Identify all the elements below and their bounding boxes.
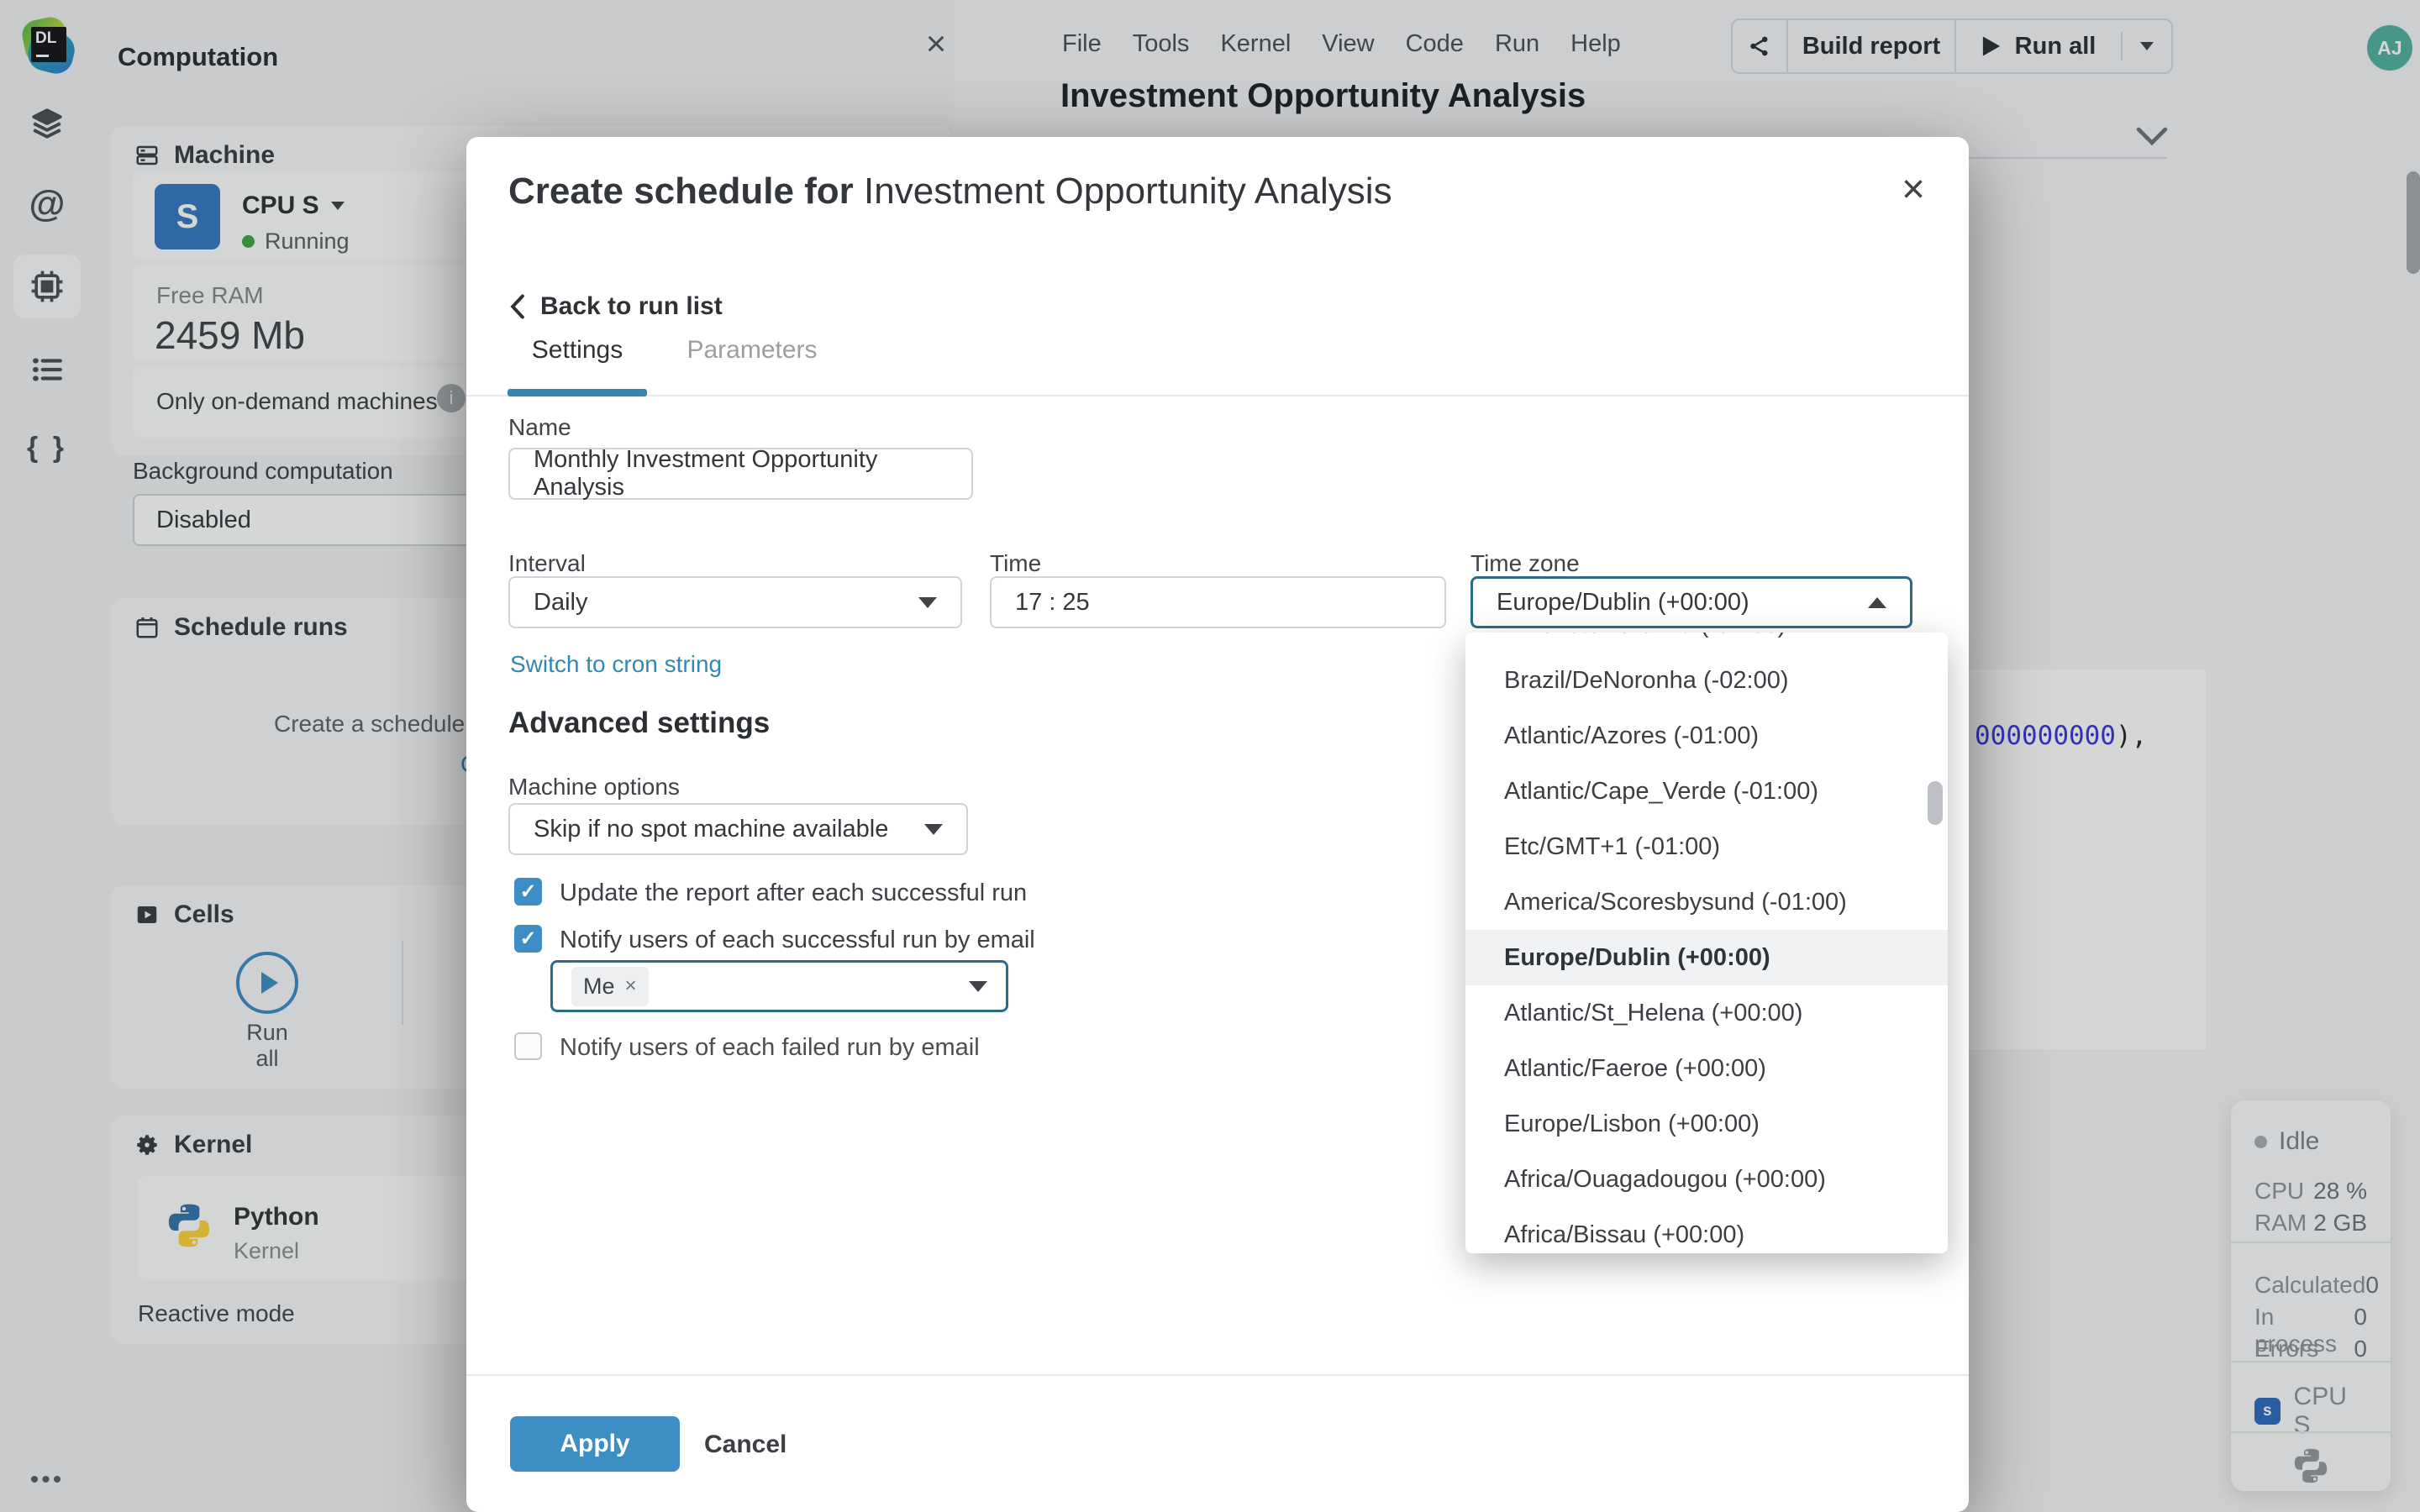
chevron-up-icon [1868, 597, 1886, 608]
notify-failed-checkbox[interactable] [514, 1032, 542, 1060]
time-input[interactable]: 17 : 25 [990, 576, 1446, 628]
modal-title: Create schedule for Investment Opportuni… [508, 171, 1392, 213]
machine-options-select[interactable]: Skip if no spot machine available [508, 803, 968, 855]
timezone-option[interactable]: Brazil/DeNoronha (-02:00) [1465, 653, 1948, 708]
cancel-button[interactable]: Cancel [704, 1431, 786, 1459]
timezone-option[interactable]: Atlantic/Azores (-01:00) [1465, 708, 1948, 764]
dropdown-scrollbar[interactable] [1928, 781, 1943, 825]
timezone-option[interactable]: Africa/Ouagadougou (+00:00) [1465, 1152, 1948, 1207]
name-input[interactable]: Monthly Investment Opportunity Analysis [508, 448, 973, 500]
chevron-down-icon [924, 824, 943, 835]
timezone-dropdown: America/Noronha (-02:00) Brazil/DeNoronh… [1465, 633, 1948, 1253]
chevron-down-icon [918, 597, 937, 608]
notify-users-multiselect[interactable]: Me× [550, 960, 1008, 1012]
notify-success-checkbox[interactable]: ✓ [514, 925, 542, 953]
timezone-select[interactable]: Europe/Dublin (+00:00) [1470, 576, 1912, 628]
timezone-option[interactable]: Etc/GMT+1 (-01:00) [1465, 819, 1948, 874]
tab-settings[interactable]: Settings [508, 336, 647, 365]
timezone-option[interactable]: Africa/Bissau (+00:00) [1465, 1207, 1948, 1253]
chevron-down-icon [969, 981, 987, 992]
user-chip[interactable]: Me× [571, 967, 649, 1006]
close-icon[interactable]: × [1890, 167, 1937, 214]
timezone-option[interactable]: Atlantic/St_Helena (+00:00) [1465, 985, 1948, 1041]
interval-label: Interval [508, 550, 586, 577]
update-report-label: Update the report after each successful … [560, 879, 1027, 907]
name-label: Name [508, 414, 571, 441]
tab-parameters[interactable]: Parameters [681, 336, 823, 365]
timezone-option[interactable]: America/Noronha (-02:00) [1465, 633, 1948, 653]
back-to-run-list[interactable]: Back to run list [510, 292, 723, 321]
apply-button[interactable]: Apply [510, 1416, 680, 1472]
timezone-option-selected[interactable]: Europe/Dublin (+00:00) [1465, 930, 1948, 985]
advanced-settings-title: Advanced settings [508, 706, 770, 740]
footer-divider [466, 1374, 1969, 1376]
timezone-label: Time zone [1470, 550, 1580, 577]
update-report-checkbox[interactable]: ✓ [514, 878, 542, 906]
machine-options-label: Machine options [508, 774, 680, 801]
timezone-option[interactable]: Atlantic/Faeroe (+00:00) [1465, 1041, 1948, 1096]
back-chevron-icon [510, 294, 525, 319]
interval-select[interactable]: Daily [508, 576, 962, 628]
switch-to-cron-link[interactable]: Switch to cron string [510, 651, 722, 678]
notify-failed-label: Notify users of each failed run by email [560, 1034, 980, 1062]
check-icon: ✓ [519, 879, 536, 904]
remove-chip-icon[interactable]: × [625, 974, 637, 998]
timezone-option[interactable]: Atlantic/Cape_Verde (-01:00) [1465, 764, 1948, 819]
datalore-app: DL Computation × @ { } ••• [0, 0, 2420, 1512]
notify-success-label: Notify users of each successful run by e… [560, 927, 1035, 954]
time-label: Time [990, 550, 1041, 577]
check-icon: ✓ [519, 927, 536, 951]
tabs-divider [466, 395, 1969, 396]
active-tab-underline [508, 389, 647, 396]
timezone-option[interactable]: America/Scoresbysund (-01:00) [1465, 874, 1948, 930]
timezone-option[interactable]: Europe/Lisbon (+00:00) [1465, 1096, 1948, 1152]
